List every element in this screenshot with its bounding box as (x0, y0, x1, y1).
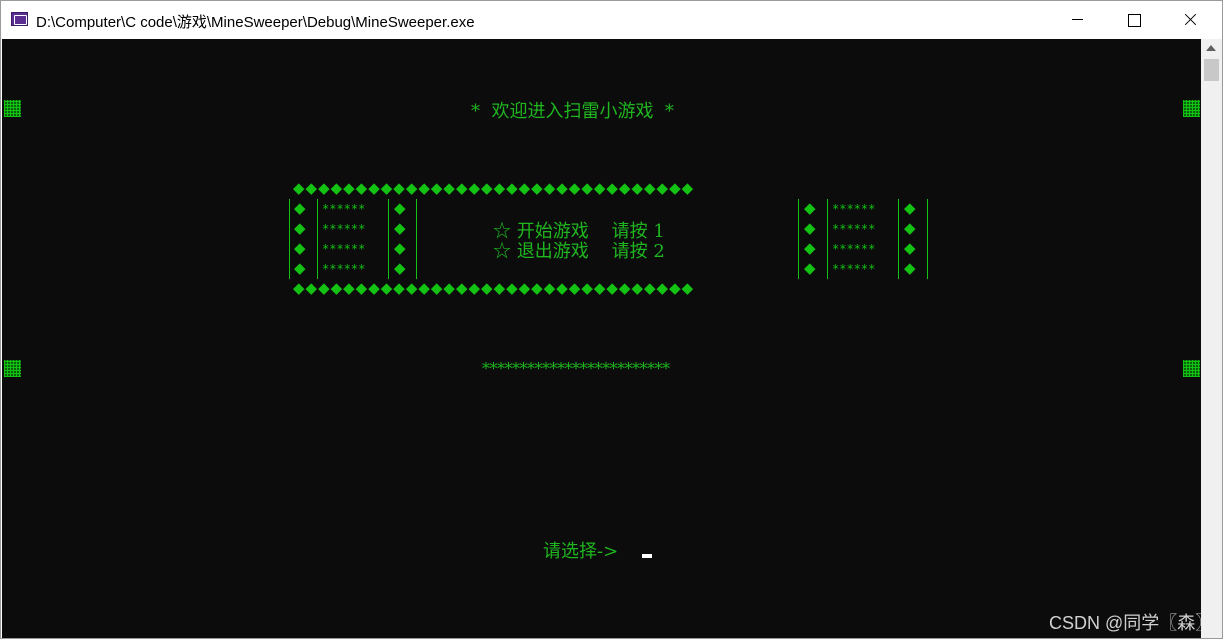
title-bar[interactable]: D:\Computer\C code\游戏\MineSweeper\Debug\… (1, 1, 1222, 38)
watermark: CSDN @同学〖森〗 (1049, 613, 1214, 633)
stars-block-left: ****** ****** ****** ****** (322, 202, 366, 276)
frame-bar (798, 199, 799, 279)
stars-block-right: ****** ****** ****** ****** (832, 202, 876, 276)
diamond-column: ◆ ◆ ◆ ◆ (294, 199, 306, 277)
hash-border-top: ########################################… (2, 61, 1201, 81)
text-cursor[interactable] (642, 554, 652, 558)
frame-bar (416, 199, 417, 279)
frame-bar (927, 199, 928, 279)
console-window: D:\Computer\C code\游戏\MineSweeper\Debug\… (0, 0, 1223, 639)
block-mark-right (1183, 100, 1200, 117)
frame-bar (289, 199, 290, 279)
console-output[interactable]: ########################################… (2, 39, 1201, 638)
scrollbar-thumb[interactable] (1204, 59, 1219, 81)
frame-bar (317, 199, 318, 279)
maximize-button[interactable] (1106, 1, 1162, 38)
diamond-border-top: ◆◆◆◆◆◆◆◆◆◆◆◆◆◆◆◆◆◆◆◆◆◆◆◆◆◆◆◆◆◆◆◆ (293, 179, 695, 197)
diamond-column: ◆ ◆ ◆ ◆ (394, 199, 406, 277)
block-mark-right (1183, 360, 1200, 377)
diamond-column: ◆ ◆ ◆ ◆ (904, 199, 916, 277)
console-app-icon[interactable] (11, 12, 28, 26)
frame-bar (827, 199, 828, 279)
selection-prompt: 请选择-> (543, 541, 619, 562)
welcome-banner: * 欢迎进入扫雷小游戏 * (471, 101, 674, 122)
block-mark-left (4, 100, 21, 117)
frame-bar (388, 199, 389, 279)
window-title: D:\Computer\C code\游戏\MineSweeper\Debug\… (36, 14, 475, 31)
star-line: ************************* (482, 359, 670, 378)
diamond-column: ◆ ◆ ◆ ◆ (804, 199, 816, 277)
vertical-scrollbar[interactable] (1201, 39, 1222, 638)
hash-border-top-2: ########################################… (2, 141, 1201, 161)
hash-border-bottom: ########################################… (2, 321, 1201, 341)
minimize-button[interactable] (1050, 1, 1106, 38)
block-mark-left (4, 360, 21, 377)
diamond-border-bottom: ◆◆◆◆◆◆◆◆◆◆◆◆◆◆◆◆◆◆◆◆◆◆◆◆◆◆◆◆◆◆◆◆ (293, 279, 695, 297)
close-button[interactable] (1162, 1, 1218, 38)
hash-border-bottom-2: ########################################… (2, 401, 1201, 421)
menu-quit-option: ☆ 退出游戏 请按 2 (493, 241, 665, 262)
frame-bar (898, 199, 899, 279)
scroll-up-arrow-icon[interactable] (1206, 45, 1216, 51)
